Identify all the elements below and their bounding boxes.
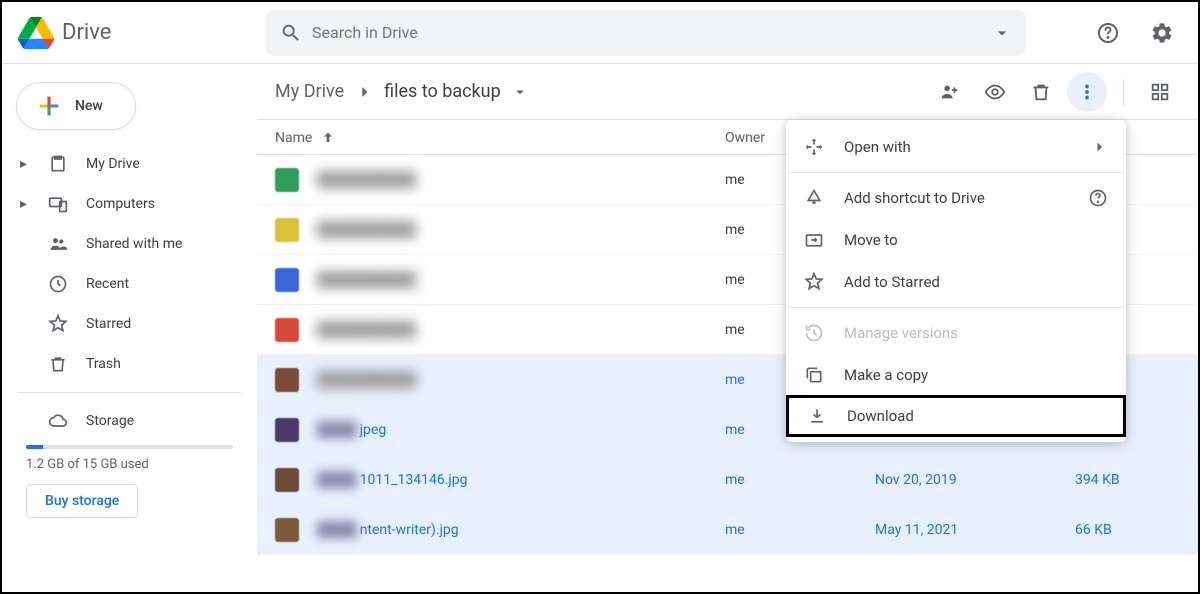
storage-used: 1.2 GB of 15 GB used	[26, 457, 257, 472]
clock-icon	[48, 274, 68, 294]
help-circle-icon[interactable]	[1088, 188, 1108, 208]
trash-icon	[1030, 81, 1052, 103]
download-icon	[807, 406, 827, 426]
new-button-label: New	[75, 98, 103, 114]
arrow-up-icon	[320, 130, 336, 146]
chevron-down-icon[interactable]	[511, 83, 529, 101]
file-thumb	[275, 468, 299, 492]
file-owner: me	[725, 522, 875, 538]
breadcrumb-item[interactable]: files to backup	[384, 81, 501, 102]
gear-icon	[1150, 21, 1174, 45]
file-thumb	[275, 218, 299, 242]
file-thumb	[275, 318, 299, 342]
search-input[interactable]	[312, 23, 982, 42]
shortcut-icon	[804, 188, 824, 208]
new-button[interactable]: New	[16, 82, 136, 130]
search-dropdown-icon[interactable]	[992, 23, 1012, 43]
app-logo[interactable]: Drive	[18, 15, 266, 51]
file-owner: me	[725, 472, 875, 488]
menu-manage-versions: Manage versions	[786, 312, 1126, 354]
star-icon	[48, 314, 68, 334]
storage-bar	[26, 445, 233, 449]
sidebar-item-my-drive[interactable]: ▸My Drive	[2, 144, 257, 184]
file-size: 394 KB	[1075, 472, 1175, 488]
menu-open-with[interactable]: Open with	[786, 126, 1126, 168]
devices-icon	[48, 194, 68, 214]
settings-button[interactable]	[1142, 13, 1182, 53]
view-toggle-button[interactable]	[1140, 72, 1180, 112]
help-circle-icon	[1096, 21, 1120, 45]
drive-icon	[48, 154, 68, 174]
file-thumb	[275, 168, 299, 192]
menu-make-copy[interactable]: Make a copy	[786, 354, 1126, 396]
eye-icon	[984, 81, 1006, 103]
buy-storage-button[interactable]: Buy storage	[26, 484, 138, 518]
chevron-right-icon	[1090, 138, 1108, 156]
file-size: 66 KB	[1075, 522, 1175, 538]
menu-move-to[interactable]: Move to	[786, 219, 1126, 261]
file-thumb	[275, 368, 299, 392]
menu-download[interactable]: Download	[786, 395, 1126, 437]
search-icon	[280, 22, 302, 44]
open-with-icon	[804, 137, 824, 157]
plus-icon	[35, 92, 63, 120]
grid-icon	[1149, 81, 1171, 103]
file-thumb	[275, 418, 299, 442]
more-actions-button[interactable]	[1067, 72, 1107, 112]
sidebar-item-storage[interactable]: Storage	[2, 401, 257, 441]
star-icon	[804, 272, 824, 292]
column-name[interactable]: Name	[275, 130, 725, 146]
breadcrumb-item[interactable]: My Drive	[275, 81, 344, 102]
preview-button[interactable]	[975, 72, 1015, 112]
sidebar-item-trash[interactable]: Trash	[2, 344, 257, 384]
sidebar-item-recent[interactable]: Recent	[2, 264, 257, 304]
menu-add-starred[interactable]: Add to Starred	[786, 261, 1126, 303]
more-vert-icon	[1076, 81, 1098, 103]
move-folder-icon	[804, 230, 824, 250]
people-icon	[48, 234, 68, 254]
sidebar: New ▸My Drive ▸Computers Shared with me …	[2, 64, 257, 592]
file-modified: Nov 20, 2019	[875, 472, 1075, 488]
drive-logo-icon	[18, 15, 54, 51]
sidebar-item-computers[interactable]: ▸Computers	[2, 184, 257, 224]
context-menu: Open with Add shortcut to Drive Move to …	[786, 120, 1126, 442]
table-row[interactable]: 1011_134146.jpgmeNov 20, 2019394 KB	[257, 455, 1198, 505]
history-icon	[804, 323, 824, 343]
file-thumb	[275, 518, 299, 542]
breadcrumb: My Drive files to backup	[275, 81, 529, 102]
person-add-icon	[938, 81, 960, 103]
support-button[interactable]	[1088, 13, 1128, 53]
menu-add-shortcut[interactable]: Add shortcut to Drive	[786, 177, 1126, 219]
sidebar-item-shared[interactable]: Shared with me	[2, 224, 257, 264]
table-row[interactable]: ntent-writer).jpgmeMay 11, 202166 KB	[257, 505, 1198, 555]
file-thumb	[275, 268, 299, 292]
app-name: Drive	[62, 20, 111, 45]
chevron-right-icon	[354, 82, 374, 102]
share-button[interactable]	[929, 72, 969, 112]
cloud-icon	[48, 411, 68, 431]
sidebar-item-starred[interactable]: Starred	[2, 304, 257, 344]
delete-button[interactable]	[1021, 72, 1061, 112]
file-modified: May 11, 2021	[875, 522, 1075, 538]
header: Drive	[2, 2, 1198, 64]
copy-icon	[804, 365, 824, 385]
trash-icon	[48, 354, 68, 374]
search-bar[interactable]	[266, 10, 1026, 56]
